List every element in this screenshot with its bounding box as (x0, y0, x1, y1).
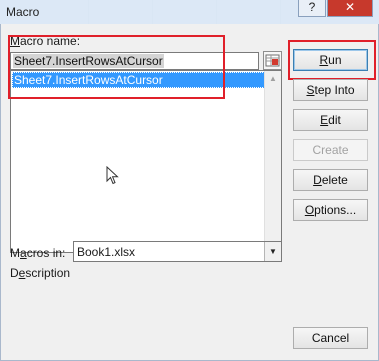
macro-list[interactable]: Sheet7.InsertRowsAtCursor ▲ ▼ (10, 70, 282, 253)
macros-in-label-pre: M (10, 246, 20, 260)
description-label-pre: D (10, 266, 19, 280)
macro-list-item[interactable]: Sheet7.InsertRowsAtCursor (12, 72, 265, 88)
close-button[interactable]: ✕ (327, 0, 373, 17)
description-box (10, 282, 282, 350)
macros-in-value: Book1.xlsx (77, 245, 136, 259)
macros-in-mnemonic: a (20, 246, 27, 260)
macro-name-picker-button[interactable] (263, 51, 282, 70)
macro-name-label-text: acro name: (20, 34, 81, 48)
macro-name-mnemonic: M (10, 34, 20, 48)
macro-dialog: Macro name: Sheet7.InsertRowsAtCursor Sh… (0, 24, 379, 361)
macro-name-label: Macro name: (10, 34, 80, 48)
macros-in-label-post: cros in: (26, 246, 66, 260)
description-label: Description (10, 266, 70, 280)
run-label: un (328, 53, 342, 67)
create-button[interactable]: Create (293, 139, 368, 161)
mouse-pointer-icon (106, 166, 119, 185)
help-button[interactable]: ? (298, 0, 326, 17)
edit-mnemonic: E (320, 113, 329, 127)
dialog-title: Macro (6, 5, 40, 19)
cancel-label: Cancel (311, 331, 350, 345)
delete-button[interactable]: Delete (293, 169, 368, 191)
delete-label: elete (321, 173, 348, 187)
options-label: ptions... (314, 203, 357, 217)
step-into-button[interactable]: Step Into (293, 79, 368, 101)
options-button[interactable]: Options... (293, 199, 368, 221)
description-label-post: scription (25, 266, 71, 280)
cancel-button[interactable]: Cancel (293, 327, 368, 349)
chevron-down-icon[interactable]: ▼ (264, 242, 281, 261)
edit-label: dit (328, 113, 341, 127)
dialog-title-bar[interactable]: Macro ? ✕ (0, 0, 379, 24)
cell-reference-picker-icon (265, 54, 280, 67)
scroll-up-arrow-icon[interactable]: ▲ (265, 71, 281, 87)
run-button[interactable]: Run (293, 49, 368, 71)
macro-list-scrollbar[interactable]: ▲ ▼ (264, 71, 281, 252)
help-icon: ? (308, 0, 316, 14)
macros-in-select[interactable]: Book1.xlsx ▼ (73, 241, 282, 262)
close-icon: ✕ (344, 0, 356, 14)
macro-name-input[interactable]: Sheet7.InsertRowsAtCursor (10, 52, 259, 70)
edit-button[interactable]: Edit (293, 109, 368, 131)
run-mnemonic: R (319, 53, 329, 67)
step-into-label: tep Into (314, 83, 355, 97)
macro-name-value: Sheet7.InsertRowsAtCursor (13, 54, 164, 68)
create-label: Create (312, 143, 349, 157)
macros-in-label: Macros in: (10, 246, 65, 260)
options-mnemonic: O (304, 203, 315, 217)
delete-mnemonic: D (313, 173, 322, 187)
